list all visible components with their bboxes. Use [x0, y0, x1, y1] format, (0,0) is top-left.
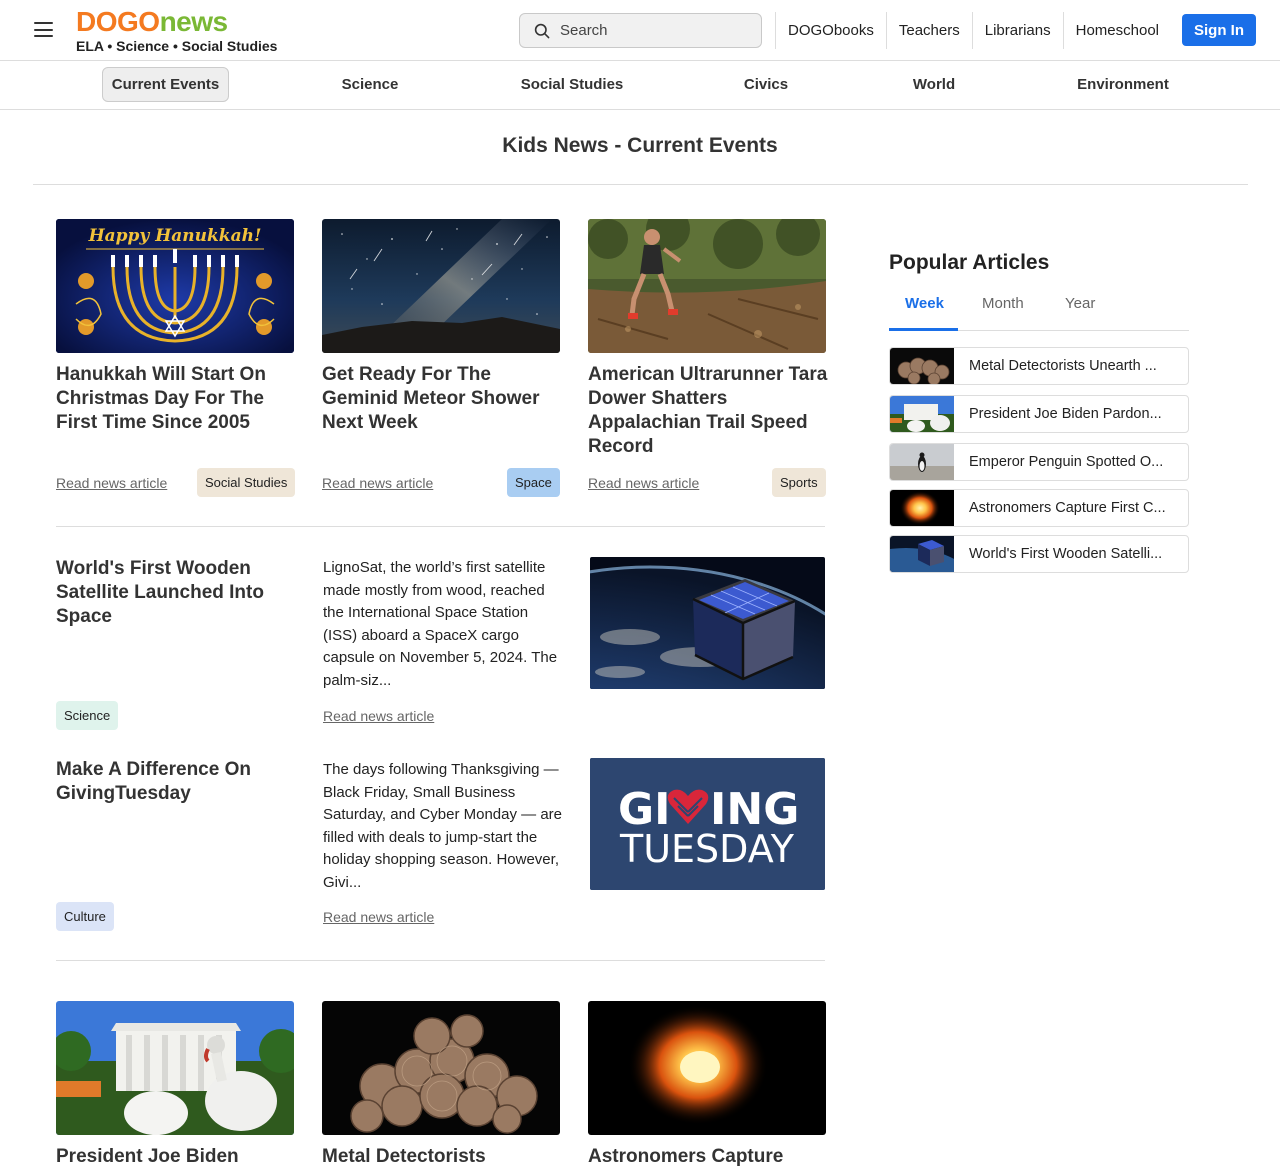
article-image-wooden-satellite[interactable]	[590, 557, 825, 689]
svg-text:Happy Hanukkah!: Happy Hanukkah!	[88, 226, 262, 246]
page-title: Kids News - Current Events	[502, 134, 778, 157]
nav-link-librarians[interactable]: Librarians	[971, 12, 1063, 49]
tag-sports[interactable]: Sports	[772, 468, 826, 497]
article-title[interactable]: Get Ready For The Geminid Meteor Shower …	[322, 363, 562, 435]
popular-article-thumb	[890, 444, 954, 480]
category-tab-science[interactable]: Science	[320, 67, 420, 102]
article-title[interactable]: Hanukkah Will Start On Christmas Day For…	[56, 363, 296, 435]
popular-article-item[interactable]: Metal Detectorists Unearth ...	[889, 347, 1189, 385]
search-icon	[534, 23, 550, 39]
category-tab-social-studies[interactable]: Social Studies	[505, 67, 639, 102]
article-title[interactable]: Make A Difference On GivingTuesday	[56, 758, 296, 806]
popular-tab-month[interactable]: Month	[982, 295, 1024, 312]
category-tab-current-events[interactable]: Current Events	[102, 67, 229, 102]
divider	[56, 960, 825, 961]
divider	[33, 184, 1248, 185]
popular-article-thumb	[890, 536, 954, 572]
nav-link-teachers[interactable]: Teachers	[885, 12, 972, 49]
article-image-turkeys[interactable]	[56, 1001, 294, 1135]
tag-space[interactable]: Space	[507, 468, 560, 497]
article-title[interactable]: Astronomers Capture First	[588, 1145, 828, 1167]
popular-article-title: Astronomers Capture First C...	[969, 500, 1166, 516]
popular-tab-year[interactable]: Year	[1065, 295, 1095, 312]
article-excerpt: The days following Thanksgiving — Black …	[323, 761, 563, 891]
article-title[interactable]: American Ultrarunner Tara Dower Shatters…	[588, 363, 828, 459]
popular-article-thumb	[890, 490, 954, 526]
tag-science[interactable]: Science	[56, 701, 119, 730]
popular-article-title: World's First Wooden Satelli...	[969, 546, 1163, 562]
popular-articles-title: Popular Articles	[889, 251, 1050, 274]
article-image-giving-tuesday[interactable]: GI ING TUESDAY	[590, 758, 825, 890]
read-article-link[interactable]: Read news article	[588, 475, 699, 491]
read-article-link[interactable]: Read news article	[56, 475, 167, 491]
search-box	[519, 13, 762, 48]
logo-news-text: news	[159, 6, 229, 37]
logo-dogo-text: DOGO	[76, 6, 160, 37]
article-image-coins[interactable]	[322, 1001, 560, 1135]
active-tab-indicator	[889, 328, 958, 331]
popular-article-item[interactable]: Astronomers Capture First C...	[889, 489, 1189, 527]
article-title[interactable]: World's First Wooden Satellite Launched …	[56, 557, 296, 629]
category-tab-environment[interactable]: Environment	[1068, 67, 1178, 102]
site-logo[interactable]: DOGOnews	[76, 6, 228, 38]
popular-article-thumb	[890, 348, 954, 384]
tag-social-studies[interactable]: Social Studies	[197, 468, 296, 497]
article-title[interactable]: Metal Detectorists Unearth	[322, 1145, 562, 1167]
article-image-hanukkah[interactable]: Happy Hanukkah!	[56, 219, 294, 353]
popular-article-title: Metal Detectorists Unearth ...	[969, 358, 1157, 374]
top-nav: DOGObooks Teachers Librarians Homeschool	[775, 12, 1171, 49]
category-bar: Current Events Science Social Studies Ci…	[0, 61, 1280, 110]
popular-article-item[interactable]: World's First Wooden Satelli...	[889, 535, 1189, 573]
popular-article-title: President Joe Biden Pardon...	[969, 406, 1162, 422]
site-tagline: ELA • Science • Social Studies	[76, 38, 278, 54]
read-article-link[interactable]: Read news article	[323, 909, 434, 925]
article-image-runner[interactable]	[588, 219, 826, 353]
article-excerpt: LignoSat, the world’s first satellite ma…	[323, 559, 558, 689]
article-title[interactable]: President Joe Biden	[56, 1145, 296, 1167]
giving-tuesday-logo-text-c: TUESDAY	[619, 827, 795, 871]
nav-link-dogobooks[interactable]: DOGObooks	[775, 12, 886, 49]
search-input[interactable]	[560, 14, 755, 47]
menu-icon[interactable]	[34, 22, 53, 37]
nav-link-homeschool[interactable]: Homeschool	[1062, 12, 1171, 49]
site-header: DOGOnews ELA • Science • Social Studies …	[0, 0, 1280, 61]
article-image-star[interactable]	[588, 1001, 826, 1135]
popular-tab-week[interactable]: Week	[905, 295, 944, 312]
category-tab-world[interactable]: World	[894, 67, 974, 102]
tag-culture[interactable]: Culture	[56, 902, 114, 931]
article-image-meteor[interactable]	[322, 219, 560, 353]
read-article-link[interactable]: Read news article	[323, 708, 434, 724]
popular-article-thumb	[890, 396, 954, 432]
category-tab-civics[interactable]: Civics	[726, 67, 806, 102]
popular-article-item[interactable]: President Joe Biden Pardon...	[889, 395, 1189, 433]
popular-article-title: Emperor Penguin Spotted O...	[969, 454, 1164, 470]
read-article-link[interactable]: Read news article	[322, 475, 433, 491]
sign-in-button[interactable]: Sign In	[1182, 14, 1256, 46]
popular-article-item[interactable]: Emperor Penguin Spotted O...	[889, 443, 1189, 481]
divider	[56, 526, 825, 527]
